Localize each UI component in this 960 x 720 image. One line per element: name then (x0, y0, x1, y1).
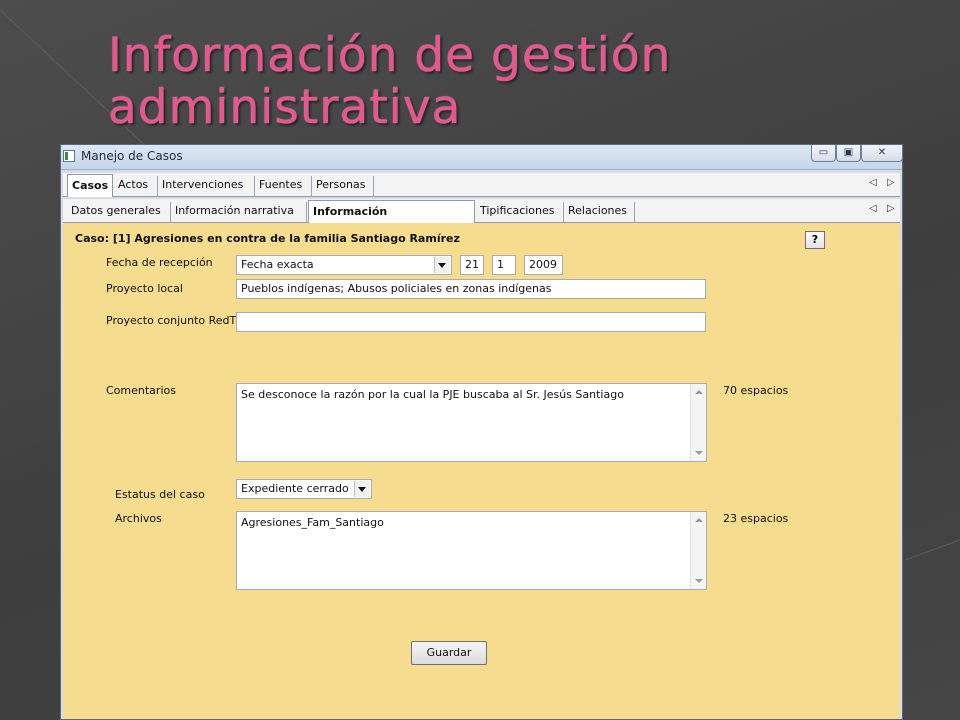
archivos-textarea[interactable]: Agresiones_Fam_Santiago (236, 511, 707, 590)
fecha-label: Fecha de recepción (106, 256, 213, 269)
proyecto-local-field[interactable]: Pueblos indígenas; Abusos policiales en … (236, 279, 706, 299)
fecha-type-value: Fecha exacta (241, 258, 314, 271)
tabs-prev-arrow-icon[interactable]: ◁ (869, 177, 877, 188)
tab-relaciones[interactable]: Relaciones (564, 202, 635, 222)
scroll-up-icon[interactable] (695, 390, 703, 394)
proyecto-local-label: Proyecto local (106, 282, 183, 295)
admin-info-panel: Caso: [1] Agresiones en contra de la fam… (63, 223, 900, 719)
comentarios-label: Comentarios (106, 384, 176, 397)
chevron-down-icon[interactable] (434, 257, 450, 273)
help-button[interactable]: ? (805, 231, 825, 249)
proyecto-conjunto-label: Proyecto conjunto RedTDT (106, 314, 252, 327)
minimize-button[interactable]: ▭ (811, 145, 836, 162)
tabs-next-arrow-icon[interactable]: ▷ (887, 177, 895, 188)
tab-informacion-administrativa[interactable]: Información administrativa (308, 200, 475, 239)
tab-actos[interactable]: Actos (114, 176, 158, 196)
close-button[interactable]: ✕ (861, 145, 903, 162)
window-titlebar[interactable]: Manejo de Casos ▭ ▣ ✕ (61, 145, 903, 170)
tab-intervenciones[interactable]: Intervenciones (158, 176, 255, 196)
proyecto-conjunto-field[interactable] (236, 312, 706, 332)
archivos-label: Archivos (115, 512, 162, 525)
tab-casos[interactable]: Casos (67, 174, 113, 197)
tab-fuentes[interactable]: Fuentes (255, 176, 312, 196)
scroll-down-icon[interactable] (695, 579, 703, 583)
maximize-button[interactable]: ▣ (836, 145, 861, 162)
sub-tabbar: Datos generales Información narrativa In… (63, 199, 900, 239)
slide-title-line2: administrativa (108, 80, 462, 135)
estatus-label: Estatus del caso (115, 488, 205, 501)
window-title: Manejo de Casos (81, 149, 183, 163)
comentarios-count: 70 espacios (723, 384, 789, 397)
tab-personas[interactable]: Personas (312, 176, 374, 196)
scroll-up-icon[interactable] (695, 518, 703, 522)
tab-informacion-narrativa[interactable]: Información narrativa (171, 202, 307, 222)
comentarios-text: Se desconoce la razón por la cual la PJE… (241, 388, 624, 401)
slide-title: Información de gestión administrativa (108, 30, 928, 134)
archivos-text: Agresiones_Fam_Santiago (241, 516, 384, 529)
subtabs-prev-arrow-icon[interactable]: ◁ (869, 203, 877, 214)
app-icon (63, 150, 75, 162)
fecha-month-field[interactable]: 1 (492, 255, 516, 275)
save-button[interactable]: Guardar (411, 641, 487, 665)
chevron-down-icon[interactable] (354, 481, 370, 497)
tab-tipificaciones[interactable]: Tipificaciones (476, 202, 564, 222)
fecha-year-field[interactable]: 2009 (524, 255, 563, 275)
subtabs-next-arrow-icon[interactable]: ▷ (887, 203, 895, 214)
slide-title-line1: Información de gestión (108, 28, 672, 83)
comentarios-textarea[interactable]: Se desconoce la razón por la cual la PJE… (236, 383, 707, 462)
scroll-down-icon[interactable] (695, 451, 703, 455)
comentarios-scrollbar[interactable] (690, 384, 706, 461)
main-tabbar: Casos Actos Intervenciones Fuentes Perso… (63, 173, 900, 197)
archivos-count: 23 espacios (723, 512, 789, 525)
fecha-day-field[interactable]: 21 (460, 255, 484, 275)
manejo-de-casos-window: Manejo de Casos ▭ ▣ ✕ Casos Actos Interv… (60, 144, 903, 720)
estatus-select[interactable]: Expediente cerrado (236, 479, 372, 499)
archivos-scrollbar[interactable] (690, 512, 706, 589)
estatus-value: Expediente cerrado (241, 482, 349, 495)
fecha-type-select[interactable]: Fecha exacta (236, 255, 452, 275)
tab-datos-generales[interactable]: Datos generales (67, 202, 171, 222)
case-header: Caso: [1] Agresiones en contra de la fam… (75, 232, 460, 245)
